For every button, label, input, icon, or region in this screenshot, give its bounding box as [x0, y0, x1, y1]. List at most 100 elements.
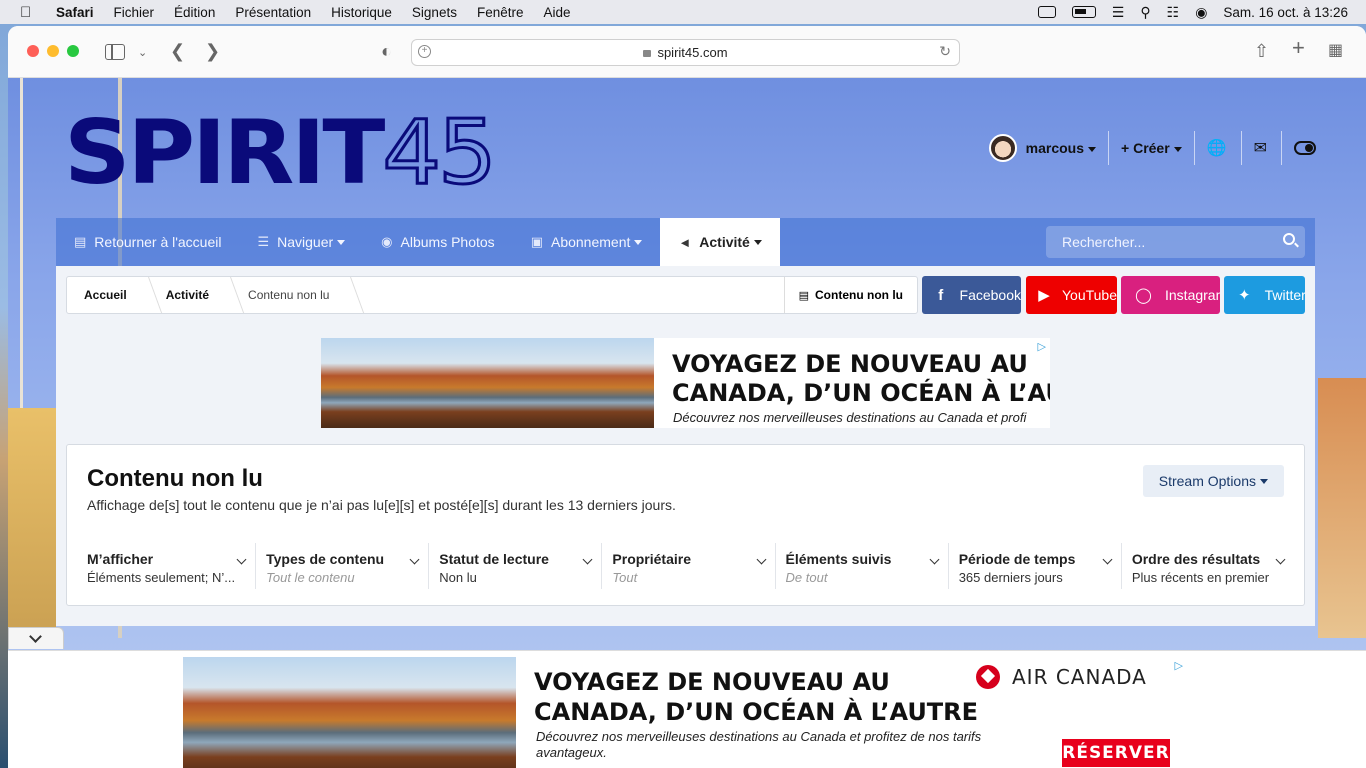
- url-text: spirit45.com: [657, 45, 728, 60]
- new-tab-icon[interactable]: +: [1292, 37, 1305, 59]
- control-center-icon[interactable]: ☷: [1167, 4, 1180, 21]
- caret-down-icon: [1260, 478, 1268, 484]
- reserve-button[interactable]: RÉSERVER: [1062, 739, 1170, 767]
- newspaper-icon: ▤: [798, 289, 810, 302]
- address-bar[interactable]: + spirit45.com ↻: [411, 39, 960, 66]
- filter-owner[interactable]: Propriétaire Tout: [602, 543, 776, 589]
- ad-headline-line1: VOYAGEZ DE NOUVEAU AU: [534, 668, 890, 696]
- web-page: SPIRIT45 marcous + Créer 🌐 ✉ ▤ Retourner …: [8, 78, 1366, 768]
- battery-icon[interactable]: [1071, 6, 1096, 18]
- menu-aide[interactable]: Aide: [543, 5, 570, 20]
- menu-presentation[interactable]: Présentation: [235, 5, 311, 20]
- background-building: [1318, 378, 1366, 638]
- collapse-ad-button[interactable]: [8, 627, 64, 649]
- filter-label: Statut de lecture: [439, 551, 549, 567]
- nav-item-subscription[interactable]: ▣ Abonnement: [513, 218, 661, 266]
- avatar[interactable]: [988, 134, 1017, 162]
- main-nav: ▤ Retourner à l'accueil ☰ Naviguer ◉ Albums…: [56, 218, 1315, 266]
- unread-content-label: Contenu non lu: [815, 288, 903, 302]
- filter-bar: M’afficher Éléments seulement; N’... Type…: [77, 543, 1294, 589]
- breadcrumb-activity[interactable]: Activité: [149, 277, 231, 313]
- chevron-down-icon: [29, 630, 42, 643]
- zoom-button[interactable]: [67, 45, 79, 57]
- nav-item-activity[interactable]: ◄ Activité: [660, 218, 780, 266]
- forward-icon[interactable]: ❯: [205, 40, 220, 62]
- nav-item-browse[interactable]: ☰ Naviguer: [239, 218, 363, 266]
- adchoices-icon[interactable]: ▷: [1175, 659, 1183, 672]
- cart-icon: ▣: [530, 234, 543, 249]
- menubar:  Safari Fichier Édition Présentation Hi…: [0, 0, 1366, 24]
- tab-overview-icon[interactable]: ▦: [1328, 40, 1343, 62]
- theme-toggle[interactable]: [1294, 141, 1316, 155]
- nav-item-home[interactable]: ▤ Retourner à l'accueil: [56, 218, 239, 266]
- browser-toolbar: ⌄ ❮ ❯ ◐ + spirit45.com ↻ ⇧ + ▦: [8, 26, 1366, 78]
- search-icon[interactable]: ⚲: [1140, 4, 1150, 21]
- reload-icon[interactable]: ↻: [939, 43, 951, 60]
- nav-item-albums[interactable]: ◉ Albums Photos: [363, 218, 513, 266]
- search-input[interactable]: Rechercher...: [1046, 226, 1305, 258]
- user-menu[interactable]: marcous: [1026, 140, 1096, 156]
- wifi-icon[interactable]: ☰: [1112, 4, 1125, 21]
- menu-app[interactable]: Safari: [56, 5, 94, 20]
- main-content: Accueil Activité Contenu non lu ▤ Contenu…: [56, 266, 1315, 626]
- ad-banner-bottom[interactable]: VOYAGEZ DE NOUVEAU AU CANADA, D’UN OCÉAN …: [183, 657, 1187, 768]
- site-logo[interactable]: SPIRIT45: [64, 106, 498, 199]
- ad-photo: [183, 657, 516, 768]
- menubar-clock[interactable]: Sam. 16 oct. à 13:26: [1223, 5, 1348, 20]
- chat-icon[interactable]: ✉: [1254, 138, 1267, 158]
- instagram-label: Instagram: [1165, 287, 1220, 303]
- filter-time-period[interactable]: Période de temps 365 derniers jours: [949, 543, 1122, 589]
- filter-followed[interactable]: Éléments suivis De tout: [776, 543, 949, 589]
- minimize-button[interactable]: [47, 45, 59, 57]
- stream-options-button[interactable]: Stream Options: [1142, 465, 1284, 497]
- ad-subtext: Découvrez nos merveilleuses destinations…: [536, 729, 982, 760]
- username: marcous: [1025, 140, 1084, 156]
- menu-signets[interactable]: Signets: [412, 5, 457, 20]
- list-icon: ☰: [257, 234, 270, 249]
- facebook-button[interactable]: f Facebook: [922, 276, 1021, 314]
- background-building: [8, 408, 56, 638]
- adchoices-icon[interactable]: ▷: [1038, 340, 1046, 353]
- sticky-ad-bar: VOYAGEZ DE NOUVEAU AU CANADA, D’UN OCÉAN …: [8, 650, 1366, 768]
- create-button[interactable]: + Créer: [1121, 140, 1182, 156]
- browser-window: ⌄ ❮ ❯ ◐ + spirit45.com ↻ ⇧ + ▦ SPIRIT45 …: [8, 26, 1366, 768]
- window-controls: [27, 45, 79, 57]
- twitter-button[interactable]: ✦ Twitter: [1224, 276, 1305, 314]
- menu-fichier[interactable]: Fichier: [114, 5, 155, 20]
- filter-value: Non lu: [439, 570, 477, 585]
- keyboard-icon[interactable]: [1037, 6, 1056, 18]
- caret-down-icon: [1173, 146, 1182, 152]
- divider: [1240, 131, 1242, 165]
- menu-fenetre[interactable]: Fenêtre: [477, 5, 524, 20]
- share-icon[interactable]: ⇧: [1254, 40, 1269, 62]
- apple-icon[interactable]: : [20, 4, 38, 21]
- filter-label: Période de temps: [958, 551, 1076, 567]
- youtube-button[interactable]: ▶ YouTube: [1026, 276, 1117, 314]
- chevron-down-icon[interactable]: ⌄: [138, 42, 147, 64]
- menu-edition[interactable]: Édition: [174, 5, 215, 20]
- sidebar-icon[interactable]: [105, 44, 125, 60]
- stream-options-label: Stream Options: [1158, 473, 1256, 489]
- divider: [1281, 131, 1282, 165]
- youtube-icon: ▶: [1038, 287, 1050, 304]
- filter-read-status[interactable]: Statut de lecture Non lu: [429, 543, 603, 589]
- unread-content-link[interactable]: ▤ Contenu non lu: [783, 277, 917, 313]
- filter-show-me[interactable]: M’afficher Éléments seulement; N’...: [77, 543, 257, 589]
- ad-headline-line2: CANADA, D’UN OCÉAN À L’AUTRE: [534, 698, 979, 726]
- close-button[interactable]: [27, 45, 39, 57]
- filter-content-types[interactable]: Types de contenu Tout le contenu: [256, 543, 430, 589]
- filter-label: Ordre des résultats: [1131, 551, 1261, 567]
- breadcrumb-home[interactable]: Accueil: [67, 277, 149, 313]
- menu-historique[interactable]: Historique: [331, 5, 392, 20]
- search-icon[interactable]: [1283, 233, 1295, 245]
- ad-banner-top[interactable]: VOYAGEZ DE NOUVEAU AU CANADA, D’UN OCÉAN …: [321, 338, 1050, 428]
- shield-icon[interactable]: ◐: [381, 40, 392, 62]
- back-icon[interactable]: ❮: [170, 40, 185, 62]
- siri-icon[interactable]: ◉: [1195, 4, 1207, 21]
- filter-label: M’afficher: [87, 551, 154, 567]
- instagram-button[interactable]: ◯ Instagram: [1121, 276, 1220, 314]
- caret-down-icon: [1088, 146, 1096, 152]
- nav-item-label: Activité: [699, 234, 750, 250]
- filter-sort-order[interactable]: Ordre des résultats Plus récents en premi…: [1122, 543, 1294, 589]
- globe-icon[interactable]: 🌐: [1207, 138, 1227, 158]
